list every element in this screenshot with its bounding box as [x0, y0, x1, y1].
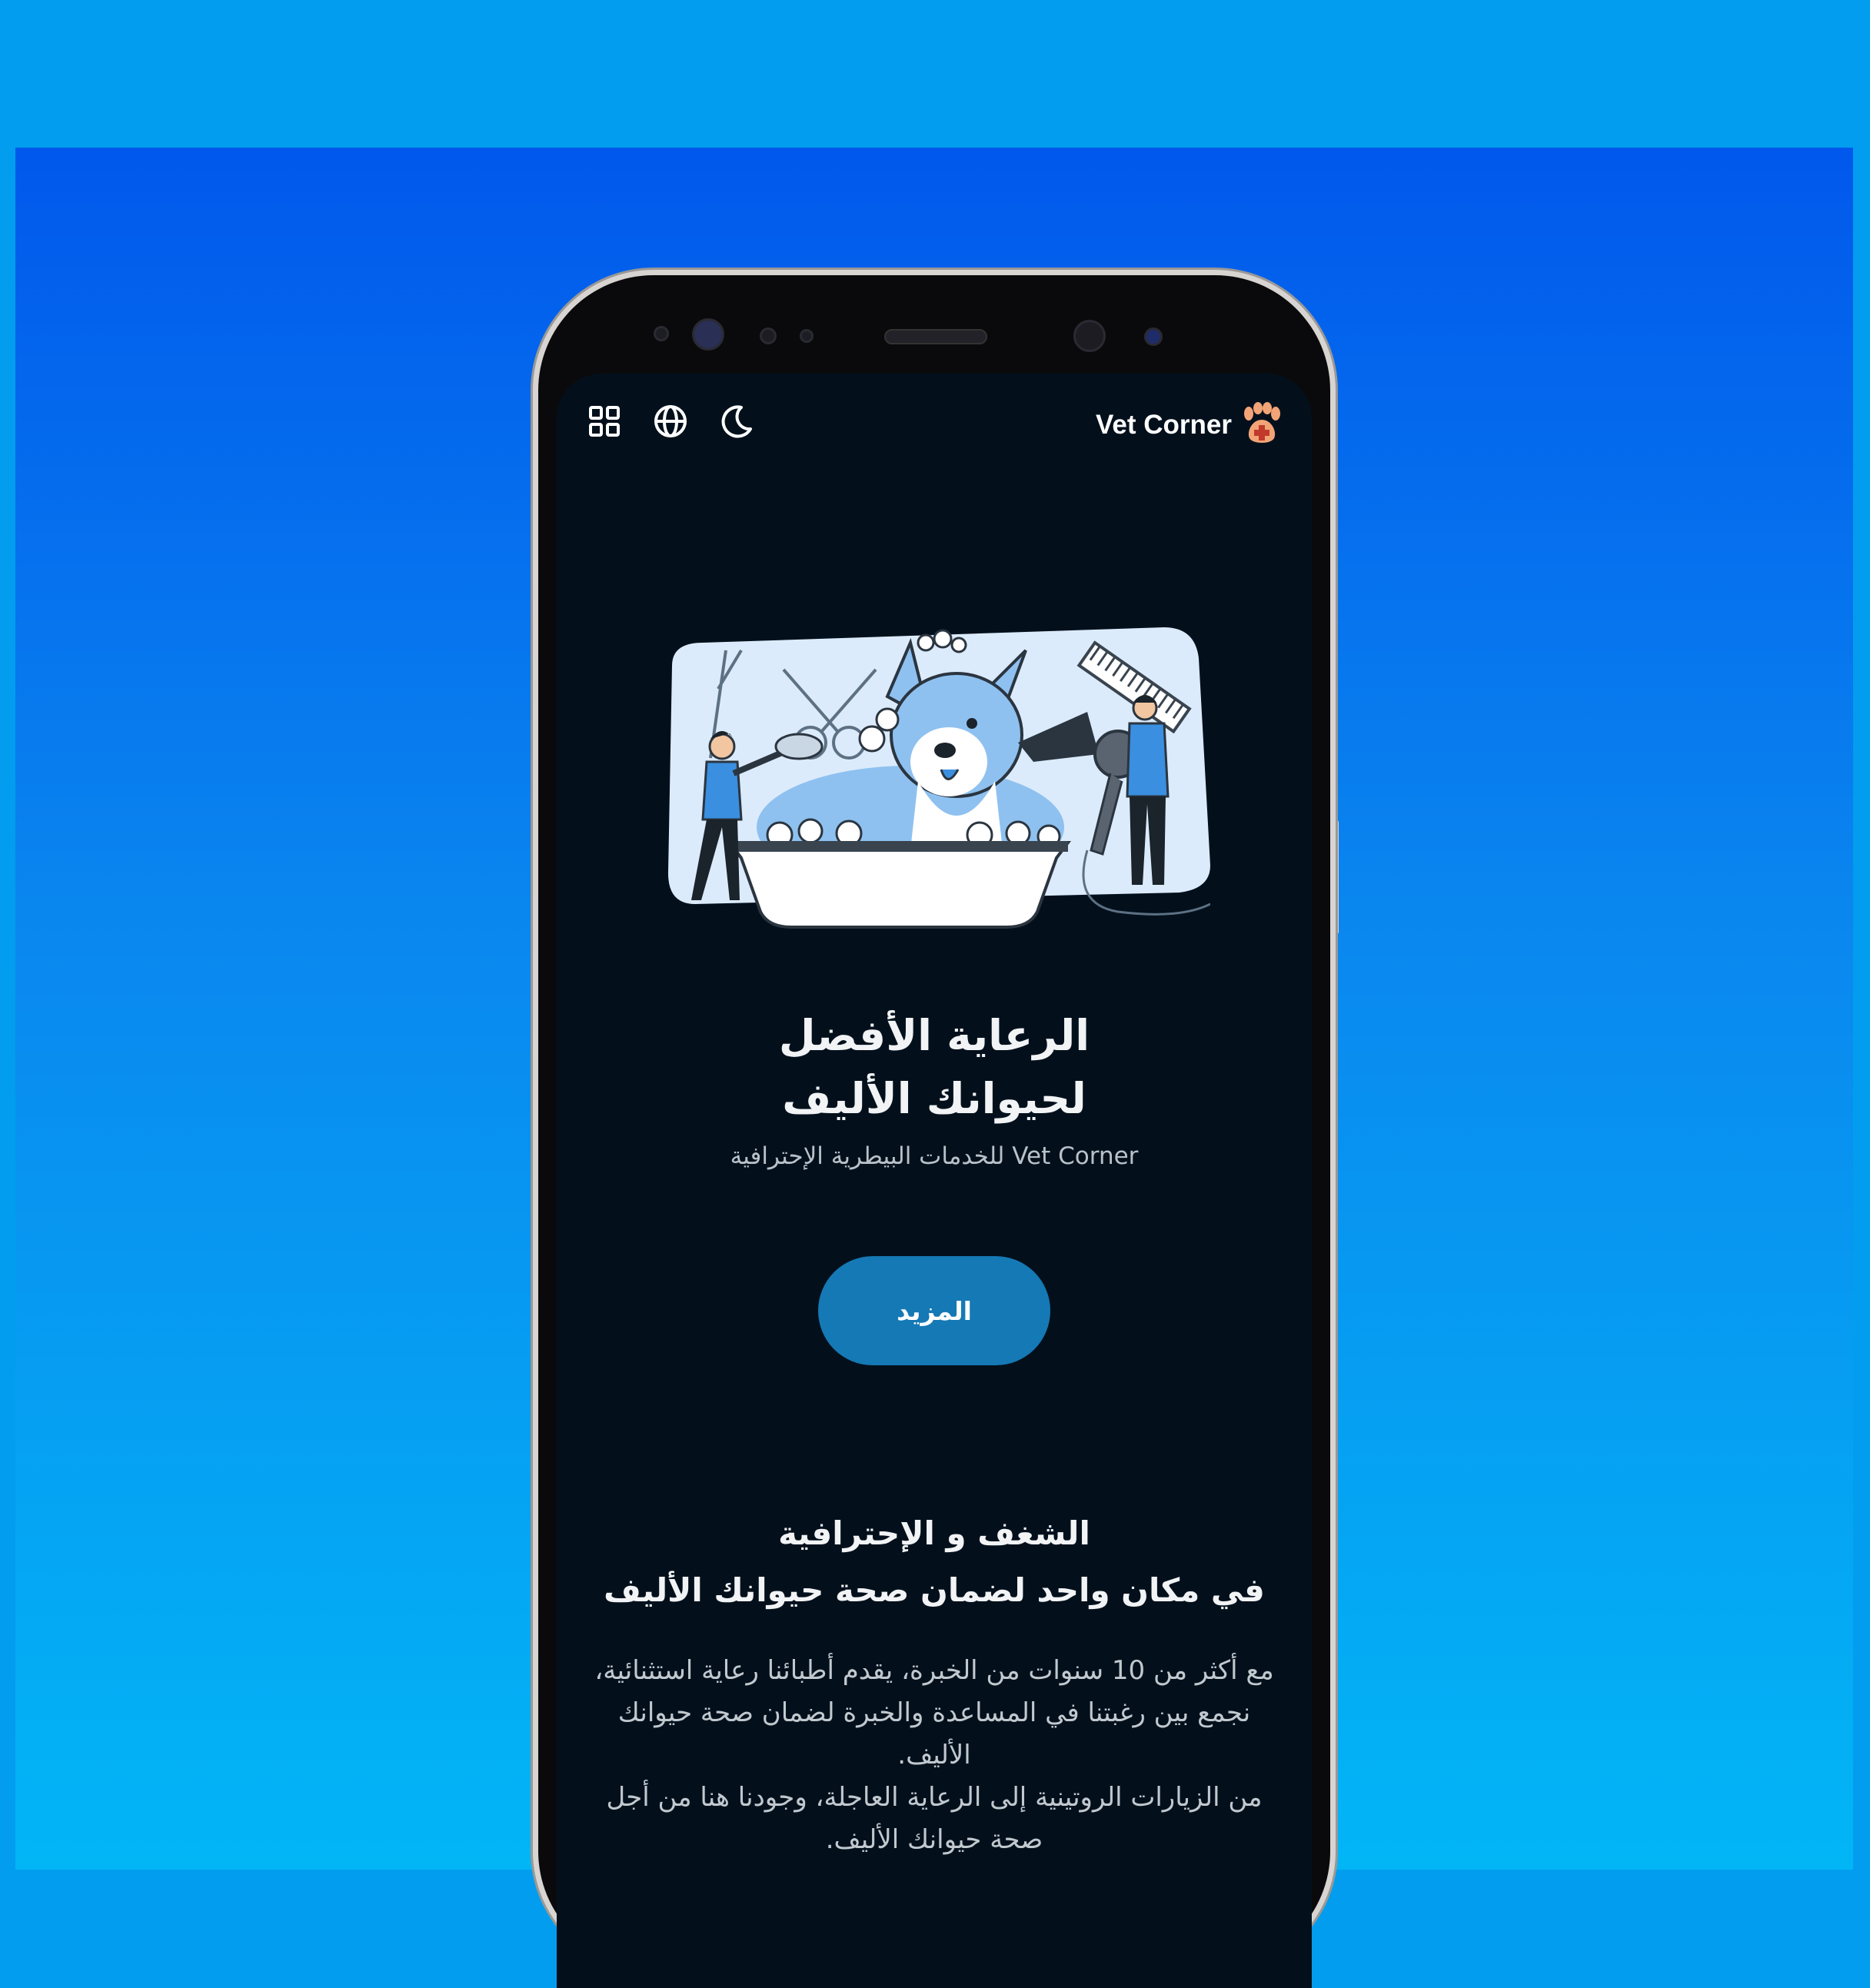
grid-menu-icon[interactable]: [586, 403, 623, 440]
moon-dark-mode-icon[interactable]: [718, 403, 755, 440]
brand-name: Vet Corner: [1096, 410, 1232, 440]
about-text: مع أكثر من 10 سنوات من الخبرة، يقدم أطبا…: [587, 1650, 1281, 1861]
phone-power-button: [1331, 819, 1339, 935]
phone-top-bezel: [538, 275, 1330, 375]
about-title-line1: الشغف و الإحترافية: [778, 1514, 1090, 1552]
paw-cross-icon: [1239, 401, 1284, 449]
hero-title-line2: لحيوانك الأليف: [782, 1074, 1086, 1123]
phone-frame: Vet Corner الرعاية الأفضل لحيوانك الأليف…: [538, 275, 1330, 1988]
app-screen: Vet Corner الرعاية الأفضل لحيوانك الأليف…: [557, 374, 1312, 1988]
hero-title: الرعاية الأفضل لحيوانك الأليف: [557, 1004, 1312, 1130]
sensor-dot: [1144, 327, 1163, 346]
top-bar: Vet Corner: [557, 374, 1312, 466]
brand-logo[interactable]: Vet Corner: [1096, 401, 1284, 449]
sensor-dot: [800, 329, 814, 343]
iris-sensor: [692, 318, 724, 351]
front-camera: [1073, 320, 1106, 352]
sensor-dot: [760, 327, 777, 344]
about-title-line2: في مكان واحد لضمان صحة حيوانك الأليف: [604, 1571, 1265, 1609]
sensor-dot: [654, 326, 669, 341]
globe-language-icon[interactable]: [652, 403, 689, 440]
phone-volume-button: [531, 572, 538, 816]
phone-side-button: [531, 916, 538, 1032]
hero-subtitle: Vet Corner للخدمات البيطرية الإحترافية: [730, 1142, 1139, 1170]
earpiece-speaker: [884, 329, 987, 344]
more-button[interactable]: المزيد: [818, 1256, 1050, 1365]
hero-title-line1: الرعاية الأفضل: [778, 1011, 1090, 1060]
about-paragraph-2: من الزيارات الروتينية إلى الرعاية العاجل…: [606, 1782, 1263, 1855]
about-title: الشغف و الإحترافية في مكان واحد لضمان صح…: [557, 1505, 1312, 1619]
about-paragraph-1: مع أكثر من 10 سنوات من الخبرة، يقدم أطبا…: [594, 1655, 1274, 1770]
dog-grooming-illustration: [668, 627, 1210, 929]
